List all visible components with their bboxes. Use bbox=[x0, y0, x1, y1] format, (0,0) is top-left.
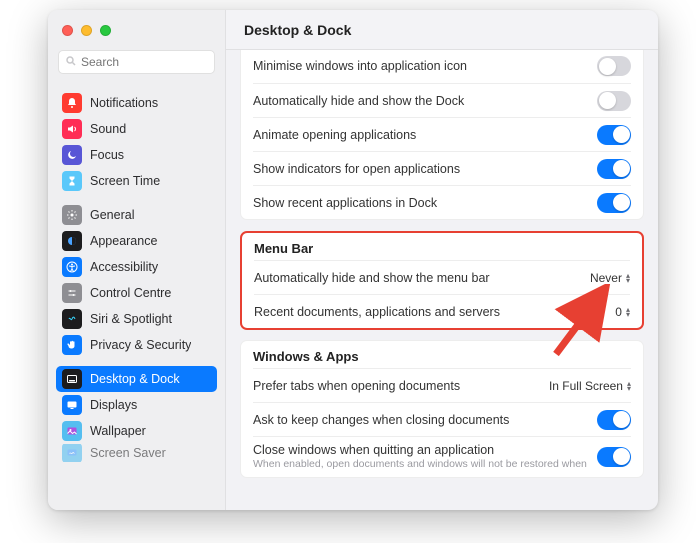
select-dropdown[interactable]: 0 ▴▾ bbox=[615, 305, 630, 319]
speaker-icon bbox=[62, 119, 82, 139]
sidebar-item-label: Screen Time bbox=[90, 174, 160, 188]
sidebar-item-label: Appearance bbox=[90, 234, 157, 248]
dock-icon bbox=[62, 369, 82, 389]
sidebar-item-general[interactable]: General bbox=[56, 202, 217, 228]
setting-row: Recent documents, applications and serve… bbox=[254, 294, 630, 328]
setting-row: Prefer tabs when opening documents In Ful… bbox=[253, 368, 631, 402]
sidebar: Notifications Sound Focus Screen Time Genera… bbox=[48, 10, 226, 510]
sidebar-item-label: Privacy & Security bbox=[90, 338, 191, 352]
sidebar-item-screen-saver[interactable]: Screen Saver bbox=[56, 444, 217, 462]
sidebar-item-label: Sound bbox=[90, 122, 126, 136]
search-input[interactable] bbox=[81, 55, 236, 69]
sidebar-item-label: Siri & Spotlight bbox=[90, 312, 172, 326]
dock-panel: Minimise windows into application icon Au… bbox=[240, 50, 644, 220]
sidebar-item-label: Accessibility bbox=[90, 260, 158, 274]
sidebar-item-focus[interactable]: Focus bbox=[56, 142, 217, 168]
sidebar-item-screen-time[interactable]: Screen Time bbox=[56, 168, 217, 194]
sidebar-item-wallpaper[interactable]: Wallpaper bbox=[56, 418, 217, 444]
sidebar-item-label: Control Centre bbox=[90, 286, 171, 300]
gear-icon bbox=[62, 205, 82, 225]
select-dropdown[interactable]: In Full Screen ▴▾ bbox=[549, 379, 631, 393]
setting-row: Ask to keep changes when closing documen… bbox=[253, 402, 631, 436]
siri-icon bbox=[62, 309, 82, 329]
menu-bar-panel: Menu Bar Automatically hide and show the… bbox=[240, 231, 644, 330]
toggle-switch[interactable] bbox=[597, 91, 631, 111]
setting-label: Recent documents, applications and serve… bbox=[254, 305, 611, 319]
sidebar-item-label: Screen Saver bbox=[90, 446, 166, 460]
setting-label: Show recent applications in Dock bbox=[253, 196, 593, 210]
setting-row: Show recent applications in Dock bbox=[253, 185, 631, 219]
setting-label: Automatically hide and show the menu bar bbox=[254, 271, 586, 285]
sidebar-item-desktop-dock[interactable]: Desktop & Dock bbox=[56, 366, 217, 392]
search-icon bbox=[65, 55, 81, 70]
windows-apps-panel: Windows & Apps Prefer tabs when opening … bbox=[240, 340, 644, 478]
sidebar-item-label: Notifications bbox=[90, 96, 158, 110]
sliders-icon bbox=[62, 283, 82, 303]
toggle-switch[interactable] bbox=[597, 447, 631, 467]
display-icon bbox=[62, 395, 82, 415]
sidebar-item-label: General bbox=[90, 208, 134, 222]
chevron-updown-icon: ▴▾ bbox=[626, 273, 630, 283]
sidebar-list[interactable]: Notifications Sound Focus Screen Time Genera… bbox=[48, 82, 225, 510]
setting-row: Close windows when quitting an applicati… bbox=[253, 436, 631, 477]
sidebar-item-label: Wallpaper bbox=[90, 424, 146, 438]
setting-row: Automatically hide and show the menu bar… bbox=[254, 260, 630, 294]
windows-apps-section-title: Windows & Apps bbox=[253, 341, 631, 368]
sidebar-item-control-centre[interactable]: Control Centre bbox=[56, 280, 217, 306]
sidebar-item-siri[interactable]: Siri & Spotlight bbox=[56, 306, 217, 332]
appearance-icon bbox=[62, 231, 82, 251]
sidebar-item-appearance[interactable]: Appearance bbox=[56, 228, 217, 254]
hand-icon bbox=[62, 335, 82, 355]
screensaver-icon bbox=[62, 444, 82, 462]
search-field[interactable] bbox=[58, 50, 215, 74]
setting-row: Minimise windows into application icon bbox=[253, 50, 631, 83]
content-area: Desktop & Dock Minimise windows into app… bbox=[226, 10, 658, 510]
wallpaper-icon bbox=[62, 421, 82, 441]
close-window-button[interactable] bbox=[62, 25, 73, 36]
page-title: Desktop & Dock bbox=[226, 10, 658, 50]
setting-label: Prefer tabs when opening documents bbox=[253, 379, 545, 393]
sidebar-item-sound[interactable]: Sound bbox=[56, 116, 217, 142]
content-scroll[interactable]: Minimise windows into application icon Au… bbox=[226, 50, 658, 510]
sidebar-item-label: Focus bbox=[90, 148, 124, 162]
setting-label: Minimise windows into application icon bbox=[253, 59, 593, 73]
setting-row: Automatically hide and show the Dock bbox=[253, 83, 631, 117]
sidebar-item-privacy[interactable]: Privacy & Security bbox=[56, 332, 217, 358]
toggle-switch[interactable] bbox=[597, 193, 631, 213]
sidebar-item-label: Desktop & Dock bbox=[90, 372, 180, 386]
sidebar-item-displays[interactable]: Displays bbox=[56, 392, 217, 418]
setting-row: Show indicators for open applications bbox=[253, 151, 631, 185]
setting-label: Ask to keep changes when closing documen… bbox=[253, 413, 593, 427]
setting-label: Animate opening applications bbox=[253, 128, 593, 142]
sidebar-item-accessibility[interactable]: Accessibility bbox=[56, 254, 217, 280]
select-value: In Full Screen bbox=[549, 379, 623, 393]
moon-icon bbox=[62, 145, 82, 165]
toggle-switch[interactable] bbox=[597, 410, 631, 430]
select-value: 0 bbox=[615, 305, 622, 319]
hourglass-icon bbox=[62, 171, 82, 191]
sidebar-item-label: Displays bbox=[90, 398, 137, 412]
setting-row: Animate opening applications bbox=[253, 117, 631, 151]
chevron-updown-icon: ▴▾ bbox=[627, 381, 631, 391]
toggle-switch[interactable] bbox=[597, 56, 631, 76]
setting-label: Close windows when quitting an applicati… bbox=[253, 443, 593, 457]
system-settings-window: Notifications Sound Focus Screen Time Genera… bbox=[48, 10, 658, 510]
select-value: Never bbox=[590, 271, 622, 285]
bell-icon bbox=[62, 93, 82, 113]
accessibility-icon bbox=[62, 257, 82, 277]
minimize-window-button[interactable] bbox=[81, 25, 92, 36]
setting-subtitle: When enabled, open documents and windows… bbox=[253, 458, 593, 471]
fullscreen-window-button[interactable] bbox=[100, 25, 111, 36]
chevron-updown-icon: ▴▾ bbox=[626, 307, 630, 317]
toggle-switch[interactable] bbox=[597, 159, 631, 179]
menu-bar-section-title: Menu Bar bbox=[254, 233, 630, 260]
sidebar-item-notifications[interactable]: Notifications bbox=[56, 90, 217, 116]
window-controls bbox=[48, 10, 225, 50]
toggle-switch[interactable] bbox=[597, 125, 631, 145]
setting-label: Show indicators for open applications bbox=[253, 162, 593, 176]
setting-label: Automatically hide and show the Dock bbox=[253, 94, 593, 108]
select-dropdown[interactable]: Never ▴▾ bbox=[590, 271, 630, 285]
